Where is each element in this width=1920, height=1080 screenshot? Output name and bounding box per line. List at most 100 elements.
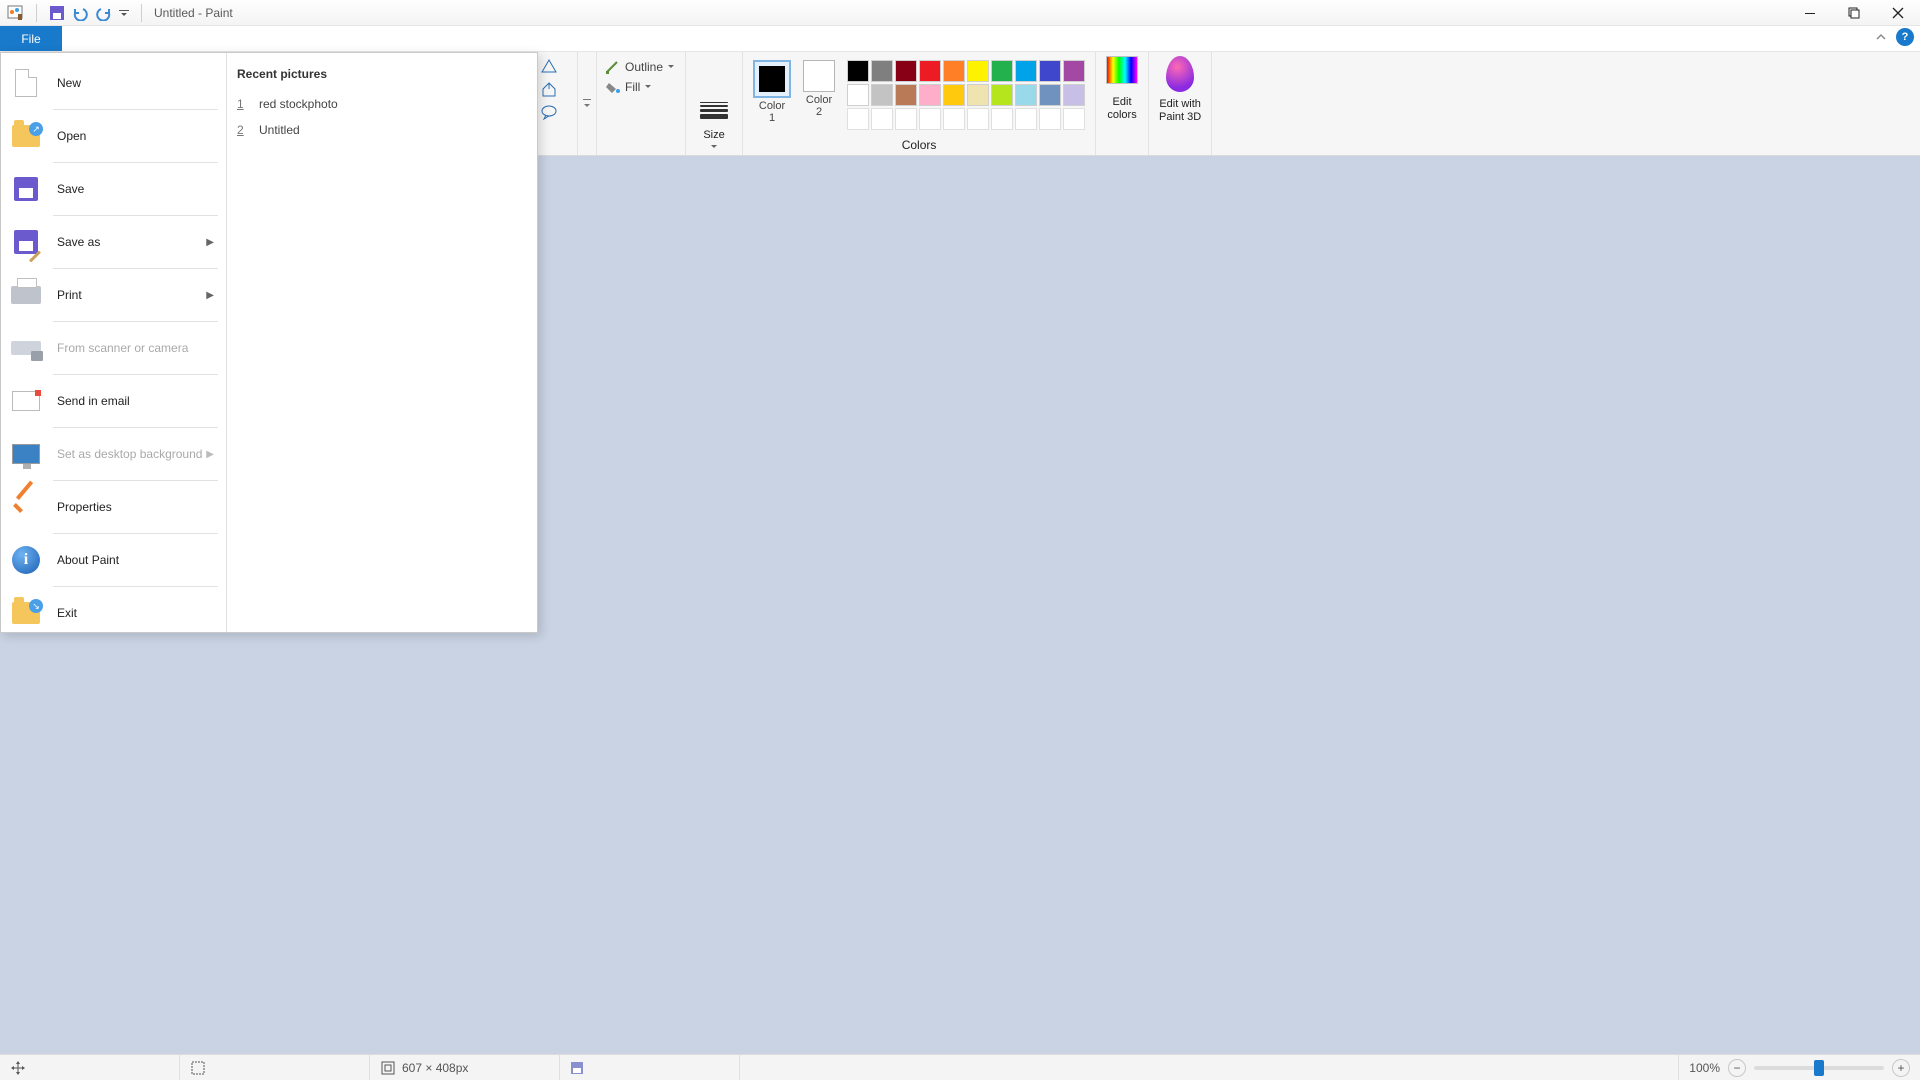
zoom-controls: 100% − + (1679, 1059, 1920, 1077)
quick-access-toolbar: Untitled - Paint (4, 4, 233, 22)
color-swatch[interactable] (967, 60, 989, 82)
edit-with-paint3d-button[interactable]: Edit with Paint 3D (1149, 52, 1212, 155)
color-swatch[interactable] (871, 84, 893, 106)
file-menu-save-label: Save (57, 182, 84, 196)
collapse-ribbon-button[interactable] (1874, 30, 1888, 44)
color-swatch[interactable] (847, 60, 869, 82)
file-menu-left: New ↗ Open Save Save as ▶ Print ▶ From s… (1, 53, 227, 632)
color-swatch[interactable] (943, 108, 965, 130)
save-as-icon (9, 225, 43, 259)
file-menu-properties[interactable]: Properties (1, 483, 226, 531)
file-menu-divider (53, 109, 218, 110)
color-swatch[interactable] (967, 84, 989, 106)
window-controls (1788, 0, 1920, 26)
file-menu-new[interactable]: New (1, 59, 226, 107)
color-swatch[interactable] (847, 108, 869, 130)
file-menu-about[interactable]: i About Paint (1, 536, 226, 584)
color-swatch[interactable] (967, 108, 989, 130)
file-menu-exit[interactable]: ↘ Exit (1, 589, 226, 637)
zoom-out-button[interactable]: − (1728, 1059, 1746, 1077)
file-menu-divider (53, 374, 218, 375)
file-menu-print-label: Print (57, 288, 82, 302)
outline-dropdown[interactable]: Outline (605, 60, 675, 74)
file-menu-divider (53, 321, 218, 322)
color-swatch[interactable] (871, 108, 893, 130)
minimize-button[interactable] (1788, 0, 1832, 26)
qat-save-button[interactable] (49, 5, 65, 21)
outline-label: Outline (625, 60, 663, 74)
recent-item-1[interactable]: 1 red stockphoto (235, 91, 529, 117)
file-menu-open[interactable]: ↗ Open (1, 112, 226, 160)
shapes-more-dropdown[interactable] (578, 52, 597, 155)
fill-dropdown[interactable]: Fill (605, 80, 675, 94)
color-palette (847, 60, 1085, 130)
color-swatch[interactable] (919, 108, 941, 130)
maximize-button[interactable] (1832, 0, 1876, 26)
close-button[interactable] (1876, 0, 1920, 26)
color2-button[interactable]: Color 2 (803, 60, 835, 118)
color-swatch[interactable] (991, 108, 1013, 130)
color-swatch[interactable] (1039, 60, 1061, 82)
size-dropdown[interactable]: Size (700, 102, 728, 151)
recent-item-number: 2 (237, 123, 247, 137)
color-swatch[interactable] (919, 84, 941, 106)
recent-item-name: Untitled (259, 123, 300, 137)
recent-item-name: red stockphoto (259, 97, 338, 111)
qat-customize-dropdown[interactable] (119, 8, 129, 18)
shape-triangle-icon[interactable] (540, 58, 558, 74)
color-swatch[interactable] (1039, 108, 1061, 130)
color-swatch[interactable] (919, 60, 941, 82)
info-icon: i (9, 543, 43, 577)
new-document-icon (9, 66, 43, 100)
color-swatch[interactable] (1015, 60, 1037, 82)
file-menu-send-email[interactable]: Send in email (1, 377, 226, 425)
file-menu-about-label: About Paint (57, 553, 119, 567)
file-menu-save-as-label: Save as (57, 235, 100, 249)
color1-label: Color 1 (759, 100, 785, 124)
submenu-arrow-icon: ▶ (206, 290, 214, 301)
size-group: Size (686, 52, 743, 155)
color-swatch[interactable] (871, 60, 893, 82)
ribbon-right-controls: ? (1874, 28, 1914, 46)
edit-colors-button[interactable]: Edit colors (1096, 52, 1149, 155)
color-swatch[interactable] (991, 60, 1013, 82)
color-swatch[interactable] (895, 108, 917, 130)
color-swatch[interactable] (895, 84, 917, 106)
zoom-level-text: 100% (1689, 1061, 1720, 1075)
zoom-in-button[interactable]: + (1892, 1059, 1910, 1077)
file-menu-divider (53, 215, 218, 216)
file-menu-save[interactable]: Save (1, 165, 226, 213)
color-swatch[interactable] (847, 84, 869, 106)
color-swatch[interactable] (943, 60, 965, 82)
color-swatch[interactable] (895, 60, 917, 82)
shape-house-icon[interactable] (540, 80, 558, 98)
file-tab[interactable]: File (0, 26, 62, 51)
qat-undo-button[interactable] (71, 5, 89, 21)
cursor-position-icon (10, 1060, 26, 1076)
zoom-slider-thumb[interactable] (1814, 1060, 1824, 1076)
color-swatch[interactable] (1063, 60, 1085, 82)
color1-button[interactable]: Color 1 (753, 60, 791, 124)
file-menu: New ↗ Open Save Save as ▶ Print ▶ From s… (0, 52, 538, 633)
color-swatch[interactable] (991, 84, 1013, 106)
checkmark-icon (9, 490, 43, 524)
zoom-slider[interactable] (1754, 1066, 1884, 1070)
color-swatch[interactable] (1015, 108, 1037, 130)
file-menu-exit-label: Exit (57, 606, 77, 620)
shape-callout-icon[interactable] (540, 104, 558, 120)
canvas-size-icon (380, 1060, 396, 1076)
color-swatch[interactable] (943, 84, 965, 106)
color-swatch[interactable] (1039, 84, 1061, 106)
help-button[interactable]: ? (1896, 28, 1914, 46)
selection-size-icon (190, 1060, 206, 1076)
qat-redo-button[interactable] (95, 5, 113, 21)
file-menu-print[interactable]: Print ▶ (1, 271, 226, 319)
separator (141, 4, 142, 22)
recent-pictures-header: Recent pictures (235, 63, 529, 91)
color-swatch[interactable] (1063, 108, 1085, 130)
recent-item-2[interactable]: 2 Untitled (235, 117, 529, 143)
outline-icon (605, 60, 621, 74)
color-swatch[interactable] (1063, 84, 1085, 106)
color-swatch[interactable] (1015, 84, 1037, 106)
file-menu-save-as[interactable]: Save as ▶ (1, 218, 226, 266)
